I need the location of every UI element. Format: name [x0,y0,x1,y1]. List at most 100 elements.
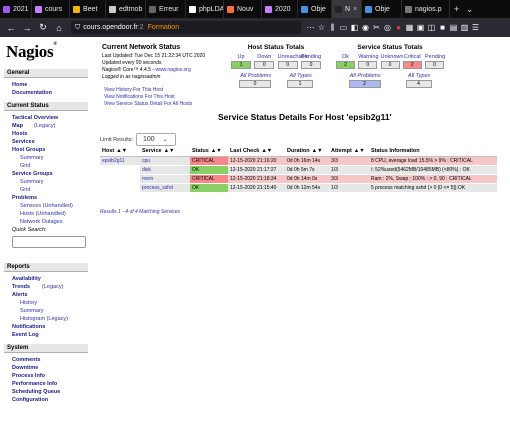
nav-downtime[interactable]: Downtime [12,365,38,371]
browser-tab[interactable]: nagios.p [402,0,450,18]
nav-trends[interactable]: Trends [12,284,30,290]
nav-host-groups[interactable]: Host Groups [12,147,45,153]
nav-hosts-unhandled[interactable]: Hosts (Unhandled) [20,211,66,217]
more-icon[interactable]: ⋯ [305,23,316,32]
host-cell[interactable]: epsib2g11 [100,156,140,166]
extension-app-icon[interactable]: ▥ [459,23,470,32]
host-count-pending[interactable]: 0 [300,61,321,69]
browser-tab[interactable]: 2020 [262,0,298,18]
host-all-types-link[interactable]: All Types [290,73,312,79]
nav-scheduling-queue[interactable]: Scheduling Queue [12,389,60,395]
service-header-unknown[interactable]: Unknown [381,54,404,60]
host-header-pending[interactable]: Pending [301,54,321,60]
library-icon[interactable]: ⫼ [327,23,338,33]
browser-tab[interactable]: edtmob [106,0,146,18]
host-count-unreachable[interactable]: 0 [277,61,298,69]
sort-arrows-icon[interactable]: ▲▼ [354,148,365,154]
link-host-history[interactable]: View History For This Host [104,87,163,93]
browser-tab[interactable]: Nouv [224,0,262,18]
browser-tab[interactable]: Beet [70,0,106,18]
host-all-problems-count[interactable]: 0 [239,80,271,88]
extension-grid-icon[interactable]: ▦ [404,23,415,32]
new-tab-button[interactable]: + [450,4,463,14]
nav-services[interactable]: Services [12,139,35,145]
host-count-up[interactable]: 1 [231,61,251,69]
service-header-critical[interactable]: Critical [403,54,422,60]
host-header-down[interactable]: Down [254,54,274,60]
nav-performance-info[interactable]: Performance Info [12,381,57,387]
host-all-problems-link[interactable]: All Problems [240,73,271,79]
service-all-problems-count[interactable]: 2 [348,80,381,88]
host-all-types-count[interactable]: 1 [287,80,313,88]
nav-host-groups-grid[interactable]: Grid [20,163,30,169]
service-name-link[interactable]: disk [140,165,190,175]
nav-alerts[interactable]: Alerts [12,292,28,298]
service-count-unknown[interactable]: 0 [380,61,400,69]
extension-tile-icon[interactable]: ◫ [426,23,437,32]
browser-tab[interactable]: N × [332,0,362,18]
forward-icon[interactable]: → [19,23,35,33]
nav-trends-legacy[interactable]: (Legacy) [42,284,63,290]
extension-red-icon[interactable]: ● [393,23,404,32]
browser-tab[interactable]: Obje [362,0,402,18]
browser-tab[interactable]: Erreur [146,0,186,18]
nav-event-log[interactable]: Event Log [12,332,39,338]
nav-comments[interactable]: Comments [12,357,40,363]
back-icon[interactable]: ← [3,23,19,33]
nagios-logo[interactable]: Nagios® [6,42,57,62]
nav-process-info[interactable]: Process Info [12,373,45,379]
nav-alerts-summary[interactable]: Summary [20,308,44,314]
sort-arrows-icon[interactable]: ▲▼ [164,148,175,154]
nagios-org-link[interactable]: www.nagios.org [155,67,190,73]
nav-alerts-history[interactable]: History [20,300,37,306]
service-count-ok[interactable]: 2 [336,61,355,69]
link-host-notifications[interactable]: View Notifications For This Host [104,94,175,100]
service-header-warning[interactable]: Warning [358,54,378,60]
service-name-link[interactable]: mem [140,174,190,184]
nav-network-outages[interactable]: Network Outages [20,219,63,225]
nav-home[interactable]: Home [12,82,27,88]
host-header-up[interactable]: Up [231,54,251,60]
nav-alerts-histogram[interactable]: Histogram (Legacy) [20,316,68,322]
extension-icon[interactable]: ◉ [360,23,371,32]
sidebar-icon[interactable]: ▭ [338,23,349,32]
host-header-unreachable[interactable]: Unreachable [278,54,309,60]
browser-tab[interactable]: 2021 [0,0,32,18]
nav-service-groups-summary[interactable]: Summary [20,179,44,185]
bookmark-star-icon[interactable]: ☆ [316,23,327,32]
reader-icon[interactable]: ◧ [349,23,360,32]
service-all-problems-link[interactable]: All Problems [350,73,381,79]
nav-service-groups[interactable]: Service Groups [12,171,53,177]
browser-tab[interactable]: cours [32,0,70,18]
screenshot-icon[interactable]: ✂ [371,23,382,32]
account-icon[interactable]: ◎ [382,23,393,32]
home-icon[interactable]: ⌂ [51,23,67,33]
extension-box-icon[interactable]: ▣ [415,23,426,32]
service-header-pending[interactable]: Pending [425,54,445,60]
sort-arrows-icon[interactable]: ▲▼ [116,148,127,154]
sort-arrows-icon[interactable]: ▲▼ [261,148,272,154]
quick-search-input[interactable] [12,236,86,248]
nav-configuration[interactable]: Configuration [12,397,48,403]
nav-hosts[interactable]: Hosts [12,131,27,137]
extension-chip-icon[interactable]: ▤ [448,23,459,32]
nav-documentation[interactable]: Documentation [12,90,52,96]
browser-tab[interactable]: Obje [298,0,332,18]
sort-arrows-icon[interactable]: ▲▼ [312,148,323,154]
reload-icon[interactable]: ↻ [35,22,51,33]
host-count-down[interactable]: 0 [254,61,275,69]
browser-tab[interactable]: phpLDA [186,0,224,18]
nav-availability[interactable]: Availability [12,276,41,282]
nav-problems[interactable]: Problems [12,195,37,201]
close-tab-icon[interactable]: × [353,6,357,13]
nav-map[interactable]: Map [12,123,23,129]
nav-host-groups-summary[interactable]: Summary [20,155,44,161]
service-count-critical[interactable]: 2 [402,61,422,69]
link-all-hosts-detail[interactable]: View Service Status Detail For All Hosts [104,101,192,107]
sort-arrows-icon[interactable]: ▲▼ [211,148,222,154]
extension-square-icon[interactable]: ■ [437,23,448,32]
nav-notifications[interactable]: Notifications [12,324,45,330]
nav-service-groups-grid[interactable]: Grid [20,187,30,193]
service-count-warning[interactable]: 0 [358,61,378,69]
nav-map-legacy[interactable]: (Legacy) [34,123,55,129]
